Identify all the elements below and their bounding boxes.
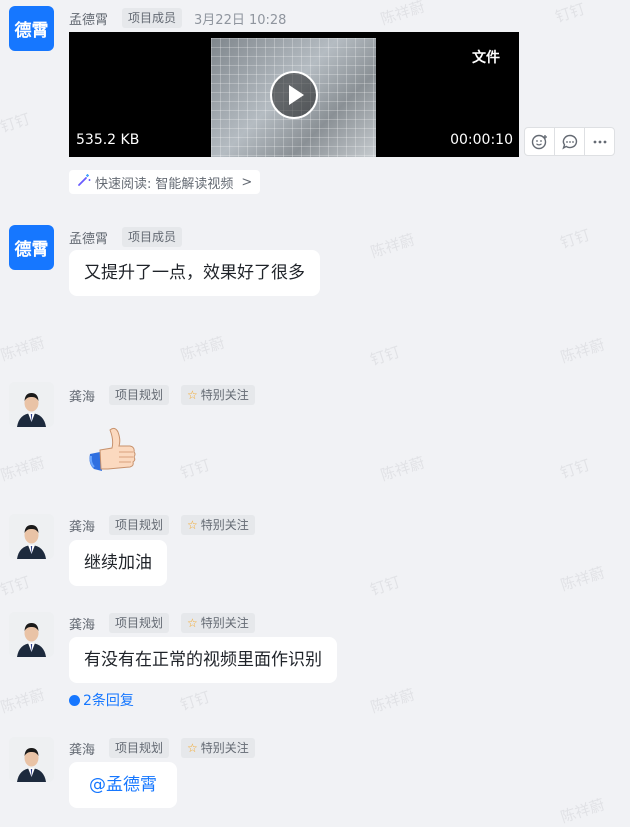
special-follow-tag: ☆ 特别关注	[181, 385, 255, 405]
watermark: 陈祥蔚	[0, 685, 47, 717]
thumbs-up-emoji[interactable]	[84, 420, 140, 476]
message-bubble[interactable]: 有没有在正常的视频里面作识别	[69, 637, 337, 683]
watermark: 陈祥蔚	[0, 333, 47, 365]
watermark: 陈祥蔚	[0, 453, 47, 485]
video-size: 535.2 KB	[76, 132, 140, 148]
watermark: 钉钉	[558, 455, 593, 483]
message-header: 龚海 项目规划 ☆ 特别关注	[69, 515, 267, 535]
avatar[interactable]: 德霄	[9, 6, 54, 51]
special-follow-tag: ☆ 特别关注	[181, 515, 255, 535]
video-attachment[interactable]: 文件 535.2 KB 00:00:10	[69, 32, 519, 157]
message-bubble[interactable]: @孟德霄	[69, 762, 177, 808]
chevron-right-icon: >	[241, 174, 253, 190]
quick-read-text: 智能解读视频	[155, 176, 234, 192]
watermark: 钉钉	[0, 572, 33, 600]
watermark: 陈祥蔚	[558, 795, 607, 827]
star-icon: ☆	[187, 388, 198, 402]
quick-read-prefix: 快速阅读:	[95, 176, 152, 192]
watermark: 钉钉	[178, 687, 213, 715]
sender-name[interactable]: 孟德霄	[69, 9, 108, 28]
watermark: 钉钉	[553, 0, 588, 27]
message-header: 龚海 项目规划 ☆ 特别关注	[69, 613, 267, 633]
star-icon: ☆	[187, 616, 198, 630]
quick-read-button[interactable]: 快速阅读: 智能解读视频 >	[69, 170, 261, 194]
message-header: 龚海 项目规划 ☆ 特别关注	[69, 738, 267, 758]
message-bubble[interactable]: 又提升了一点，效果好了很多	[69, 250, 320, 296]
watermark: 陈祥蔚	[558, 335, 607, 367]
avatar[interactable]	[9, 737, 54, 782]
watermark: 陈祥蔚	[378, 0, 427, 29]
message-bubble[interactable]: 继续加油	[69, 540, 167, 586]
watermark: 陈祥蔚	[178, 333, 227, 365]
sender-name[interactable]: 龚海	[69, 386, 95, 405]
role-tag: 项目规划	[109, 385, 170, 405]
video-file-label: 文件	[472, 50, 500, 66]
watermark: 陈祥蔚	[368, 685, 417, 717]
message-action-bar	[524, 127, 615, 156]
avatar[interactable]	[9, 612, 54, 657]
role-tag: 项目规划	[109, 613, 170, 633]
mention-link[interactable]: @孟德霄	[89, 775, 157, 795]
replies-link[interactable]: 2条回复	[69, 690, 134, 710]
watermark: 陈祥蔚	[368, 230, 417, 262]
more-icon[interactable]	[585, 128, 614, 155]
reply-thread-icon	[69, 694, 80, 706]
add-reaction-icon[interactable]	[525, 128, 555, 155]
special-follow-tag: ☆ 特别关注	[181, 613, 255, 633]
star-icon: ☆	[187, 741, 198, 755]
video-duration: 00:00:10	[450, 132, 513, 148]
star-icon: ☆	[187, 518, 198, 532]
avatar[interactable]	[9, 382, 54, 427]
sender-name[interactable]: 龚海	[69, 614, 95, 633]
watermark: 钉钉	[178, 455, 213, 483]
avatar[interactable]	[9, 514, 54, 559]
watermark: 陈祥蔚	[378, 453, 427, 485]
timestamp: 3月22日 10:28	[194, 12, 287, 28]
message-header: 龚海 项目规划 ☆ 特别关注	[69, 385, 267, 405]
sender-name[interactable]: 龚海	[69, 739, 95, 758]
play-icon[interactable]	[270, 71, 318, 119]
special-follow-tag: ☆ 特别关注	[181, 738, 255, 758]
watermark: 陈祥蔚	[558, 563, 607, 595]
watermark: 钉钉	[368, 342, 403, 370]
watermark: 钉钉	[0, 109, 33, 137]
replies-count: 2条回复	[83, 693, 134, 709]
message-header: 孟德霄 项目成员	[69, 227, 194, 247]
role-tag: 项目成员	[122, 8, 183, 28]
avatar[interactable]: 德霄	[9, 225, 54, 270]
message-header: 孟德霄 项目成员 3月22日 10:28	[69, 8, 286, 28]
role-tag: 项目规划	[109, 738, 170, 758]
role-tag: 项目成员	[122, 227, 183, 247]
magic-wand-icon	[77, 173, 91, 191]
sender-name[interactable]: 孟德霄	[69, 228, 108, 247]
watermark: 钉钉	[368, 572, 403, 600]
watermark: 钉钉	[558, 225, 593, 253]
reply-icon[interactable]	[555, 128, 585, 155]
role-tag: 项目规划	[109, 515, 170, 535]
sender-name[interactable]: 龚海	[69, 516, 95, 535]
